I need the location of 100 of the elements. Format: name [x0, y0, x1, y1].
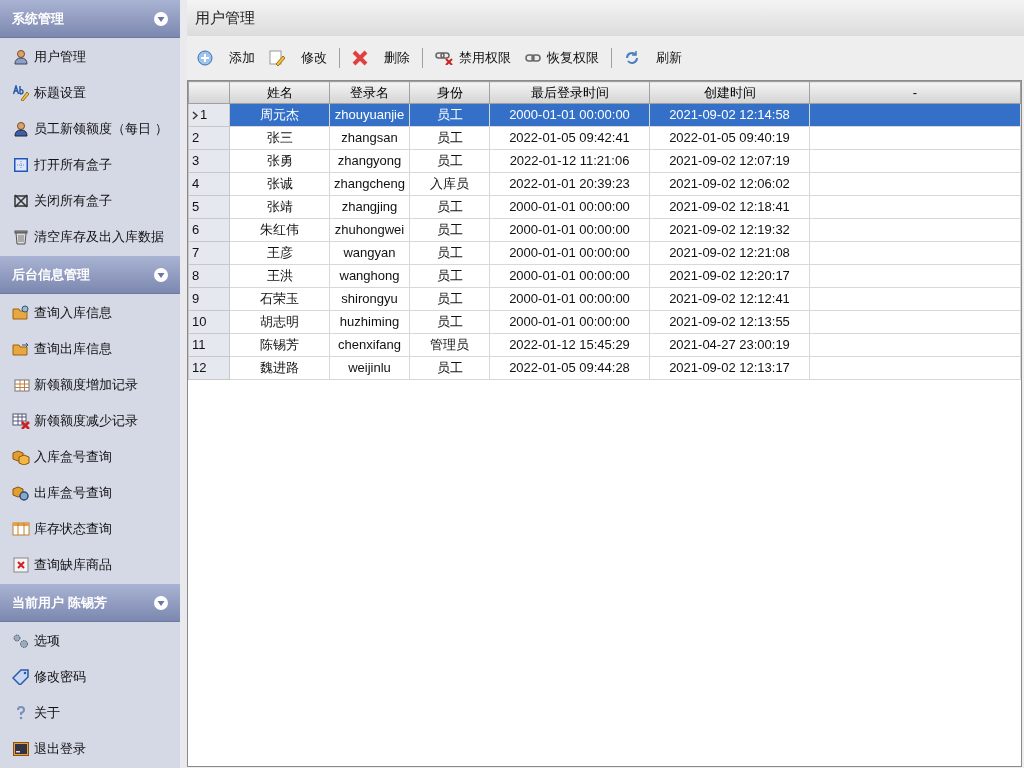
menu-item[interactable]: 出库盒号查询: [0, 475, 180, 511]
table-cell: 2000-01-01 00:00:00: [489, 287, 650, 311]
table-cell: 2022-01-01 20:39:23: [489, 172, 650, 196]
table-row[interactable]: 3 张勇 zhangyong 员工 2022-01-12 11:21:06 2021-09-02 12:07:19: [188, 149, 1021, 173]
document-error-icon: [13, 557, 29, 573]
menu-item[interactable]: 新领额度增加记录: [0, 367, 180, 403]
question-icon: [15, 705, 27, 721]
gears-icon: [12, 633, 30, 649]
row-number: 7: [192, 244, 200, 263]
table-cell: 2021-09-02 12:06:02: [649, 172, 810, 196]
row-number: 10: [192, 313, 207, 332]
table-cell: zhangcheng: [329, 172, 410, 196]
collapse-icon[interactable]: [154, 595, 168, 610]
crossed-box-icon: [14, 194, 28, 208]
table-cell: zhouyuanjie: [329, 103, 410, 127]
table-cell: 2021-04-27 23:00:19: [649, 333, 810, 357]
menu-item[interactable]: 打开所有盒子: [0, 147, 180, 183]
menu-item[interactable]: 库存状态查询: [0, 511, 180, 547]
row-pointer-icon: [192, 110, 198, 120]
menu-item[interactable]: 用户管理: [0, 39, 180, 75]
table-cell: 2021-09-02 12:13:17: [649, 356, 810, 380]
table-cell: 2021-09-02 12:12:41: [649, 287, 810, 311]
trash-icon: [14, 229, 28, 245]
user-icon: [13, 121, 29, 137]
toolbar-button[interactable]: 删除: [346, 44, 416, 72]
table-cell: 王洪: [229, 264, 330, 288]
table-cell: 员工: [409, 218, 490, 242]
table-delete-icon: [12, 413, 30, 429]
section-title: 后台信息管理: [12, 265, 90, 284]
toolbar-button[interactable]: 恢复权限: [519, 44, 605, 72]
column-header[interactable]: 最后登录时间: [489, 81, 650, 104]
menu-item[interactable]: 选项: [0, 623, 180, 659]
menu-item[interactable]: 清空库存及出入库数据: [0, 219, 180, 255]
table-row[interactable]: 10 胡志明 huzhiming 员工 2000-01-01 00:00:00 2021-09-02 12:13:55: [188, 310, 1021, 334]
table-cell: 2021-09-02 12:18:41: [649, 195, 810, 219]
section-title: 系统管理: [12, 9, 64, 28]
row-number: 12: [192, 359, 207, 378]
table-cell: 张诚: [229, 172, 330, 196]
table-cell: 2021-09-02 12:19:32: [649, 218, 810, 242]
table-cell: 张靖: [229, 195, 330, 219]
refresh-icon: [624, 50, 640, 66]
table-row[interactable]: 7 王彦 wangyan 员工 2000-01-01 00:00:00 2021-09-02 12:21:08: [188, 241, 1021, 265]
column-header[interactable]: 姓名: [229, 81, 330, 104]
collapse-icon[interactable]: [154, 267, 168, 282]
table-cell: 2021-09-02 12:14:58: [649, 103, 810, 127]
table-cell: zhangyong: [329, 149, 410, 173]
table-cell: 2000-01-01 00:00:00: [489, 218, 650, 242]
boxes-icon: [12, 449, 30, 465]
boxes-icon: [12, 485, 30, 501]
table-cell: 2021-09-02 12:21:08: [649, 241, 810, 265]
menu-item[interactable]: 修改密码: [0, 659, 180, 695]
table-row[interactable]: 2 张三 zhangsan 员工 2022-01-05 09:42:41 2022-01-05 09:40:19: [188, 126, 1021, 150]
menu-item[interactable]: 标题设置: [0, 75, 180, 111]
table-cell: 员工: [409, 310, 490, 334]
table-cell: 员工: [409, 287, 490, 311]
collapse-icon[interactable]: [154, 11, 168, 26]
table-cell: 2022-01-05 09:44:28: [489, 356, 650, 380]
menu-item[interactable]: 查询缺库商品: [0, 547, 180, 583]
menu-item[interactable]: 查询出库信息: [0, 331, 180, 367]
toolbar-button[interactable]: 修改: [263, 44, 333, 72]
table-row[interactable]: 6 朱红伟 zhuhongwei 员工 2000-01-01 00:00:00 2021-09-02 12:19:32: [188, 218, 1021, 242]
table-cell: 石荣玉: [229, 287, 330, 311]
column-header[interactable]: 身份: [409, 81, 490, 104]
menu-item[interactable]: 退出登录: [0, 731, 180, 767]
table-row[interactable]: 8 王洪 wanghong 员工 2000-01-01 00:00:00 2021-09-02 12:20:17: [188, 264, 1021, 288]
row-number: 8: [192, 267, 200, 286]
table-cell: shirongyu: [329, 287, 410, 311]
row-number: 6: [192, 221, 200, 240]
menu-item[interactable]: 员工新领额度（每日 ）: [0, 111, 180, 147]
menu-item[interactable]: 入库盒号查询: [0, 439, 180, 475]
column-header[interactable]: 创建时间: [649, 81, 810, 104]
table-row[interactable]: 11 陈锡芳 chenxifang 管理员 2022-01-12 15:45:29 2021-04-27 23:00:19: [188, 333, 1021, 357]
table-row[interactable]: 4 张诚 zhangcheng 入库员 2022-01-01 20:39:23 2021-09-02 12:06:02: [188, 172, 1021, 196]
row-number: 1: [200, 106, 208, 125]
table-cell: 2021-09-02 12:13:55: [649, 310, 810, 334]
columns-icon: [12, 522, 30, 536]
table-cell: 朱红伟: [229, 218, 330, 242]
row-number: 11: [192, 336, 206, 355]
column-header[interactable]: 登录名: [329, 81, 410, 104]
table-cell: zhangjing: [329, 195, 410, 219]
table-row[interactable]: 12 魏进路 weijinlu 员工 2022-01-05 09:44:28 2021-09-02 12:13:17: [188, 356, 1021, 380]
column-header[interactable]: -: [809, 81, 1021, 104]
menu-item[interactable]: 关闭所有盒子: [0, 183, 180, 219]
add-icon: [197, 50, 213, 66]
link-disable-icon: [435, 51, 453, 65]
toolbar-button[interactable]: 添加: [191, 44, 261, 72]
menu-item[interactable]: 关于: [0, 695, 180, 731]
section-title: 当前用户 陈锡芳: [12, 593, 107, 612]
table-row[interactable]: 5 张靖 zhangjing 员工 2000-01-01 00:00:00 2021-09-02 12:18:41: [188, 195, 1021, 219]
delete-icon: [352, 50, 368, 66]
toolbar-button[interactable]: 刷新: [618, 44, 688, 72]
menu-item[interactable]: 新领额度减少记录: [0, 403, 180, 439]
table-row[interactable]: 1 周元杰 zhouyuanjie 员工 2000-01-01 00:00:00 2021-09-02 12:14:58: [188, 103, 1021, 127]
menu-item[interactable]: 查询入库信息: [0, 295, 180, 331]
table-cell: 2022-01-12 15:45:29: [489, 333, 650, 357]
table-cell: 2022-01-05 09:40:19: [649, 126, 810, 150]
table-row[interactable]: 9 石荣玉 shirongyu 员工 2000-01-01 00:00:00 2021-09-02 12:12:41: [188, 287, 1021, 311]
toolbar-button[interactable]: 禁用权限: [429, 44, 517, 72]
table-cell: huzhiming: [329, 310, 410, 334]
table-cell: weijinlu: [329, 356, 410, 380]
